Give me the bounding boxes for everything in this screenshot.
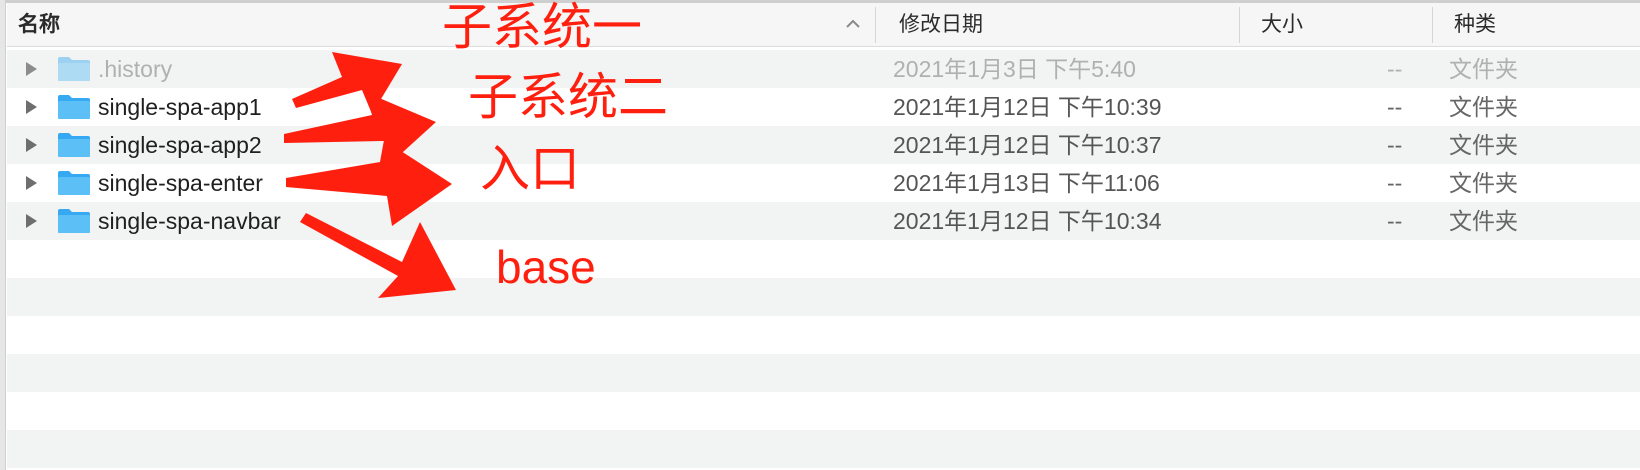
disclosure-triangle-icon[interactable] — [23, 137, 39, 153]
file-kind: 文件夹 — [1449, 170, 1518, 196]
column-header-kind[interactable]: 种类 — [1454, 3, 1496, 46]
file-row-history[interactable]: .history 2021年1月3日 下午5:40 -- 文件夹 — [7, 50, 1640, 88]
disclosure-triangle-icon[interactable] — [23, 99, 39, 115]
file-name: single-spa-app1 — [98, 94, 262, 120]
file-name: .history — [98, 56, 173, 82]
folder-icon — [58, 57, 90, 81]
file-size: -- — [1387, 170, 1403, 196]
column-header-date[interactable]: 修改日期 — [899, 3, 983, 46]
file-kind: 文件夹 — [1449, 208, 1518, 234]
annotation-label-navbar: base — [496, 241, 596, 293]
sort-ascending-icon[interactable] — [844, 15, 862, 33]
empty-row — [7, 430, 1640, 468]
empty-row — [7, 278, 1640, 316]
folder-icon — [58, 209, 90, 233]
annotation-label-app1: 子系统一 — [442, 0, 642, 56]
file-row-navbar[interactable]: single-spa-navbar 2021年1月12日 下午10:34 -- … — [7, 202, 1640, 240]
empty-row — [7, 316, 1640, 354]
file-kind: 文件夹 — [1449, 132, 1518, 158]
folder-icon — [58, 171, 90, 195]
column-divider[interactable] — [1432, 7, 1433, 43]
file-row-enter[interactable]: single-spa-enter 2021年1月13日 下午11:06 -- 文… — [7, 164, 1640, 202]
column-divider[interactable] — [875, 7, 876, 43]
file-kind: 文件夹 — [1449, 94, 1518, 120]
file-name: single-spa-app2 — [98, 132, 262, 158]
disclosure-triangle-icon[interactable] — [23, 213, 39, 229]
column-divider[interactable] — [1239, 7, 1240, 43]
column-header-bar: 名称 修改日期 大小 种类 — [7, 3, 1640, 47]
file-row-app2[interactable]: single-spa-app2 2021年1月12日 下午10:37 -- 文件… — [7, 126, 1640, 164]
file-size: -- — [1387, 132, 1403, 158]
file-name: single-spa-navbar — [98, 208, 281, 234]
file-modified-date: 2021年1月12日 下午10:34 — [893, 208, 1162, 234]
annotation-label-enter: 入口 — [480, 140, 580, 198]
disclosure-triangle-icon[interactable] — [23, 61, 39, 77]
file-list: .history 2021年1月3日 下午5:40 -- 文件夹 single-… — [7, 50, 1640, 468]
window-left-edge — [0, 0, 6, 470]
file-modified-date: 2021年1月13日 下午11:06 — [893, 170, 1160, 196]
file-name: single-spa-enter — [98, 170, 263, 196]
folder-icon — [58, 133, 90, 157]
file-modified-date: 2021年1月3日 下午5:40 — [893, 56, 1136, 82]
file-kind: 文件夹 — [1449, 56, 1518, 82]
folder-icon — [58, 95, 90, 119]
file-size: -- — [1387, 94, 1403, 120]
file-size: -- — [1387, 208, 1403, 234]
file-modified-date: 2021年1月12日 下午10:39 — [893, 94, 1162, 120]
annotation-label-app2: 子系统二 — [468, 68, 668, 126]
file-size: -- — [1387, 56, 1403, 82]
file-row-app1[interactable]: single-spa-app1 2021年1月12日 下午10:39 -- 文件… — [7, 88, 1640, 126]
empty-row — [7, 240, 1640, 278]
file-modified-date: 2021年1月12日 下午10:37 — [893, 132, 1162, 158]
column-header-size[interactable]: 大小 — [1261, 3, 1303, 46]
empty-row — [7, 392, 1640, 430]
empty-row — [7, 354, 1640, 392]
disclosure-triangle-icon[interactable] — [23, 175, 39, 191]
column-header-name[interactable]: 名称 — [18, 3, 60, 46]
